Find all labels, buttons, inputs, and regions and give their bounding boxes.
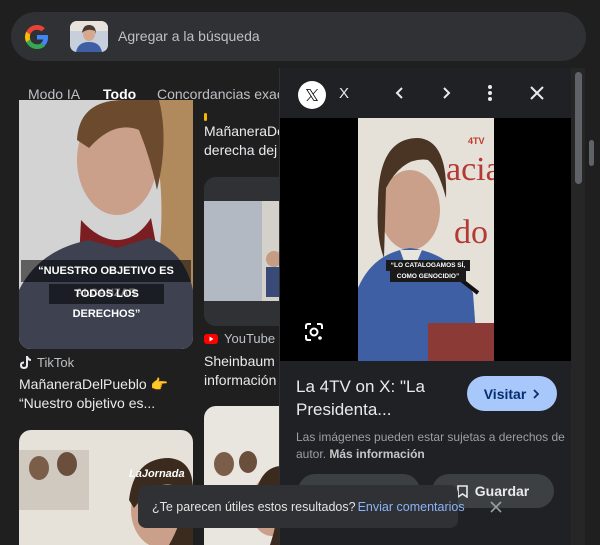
visit-button-label: Visitar	[483, 385, 527, 402]
x-site-icon[interactable]	[298, 81, 326, 109]
result-source-icon-2	[204, 113, 207, 121]
panel-title[interactable]: La 4TV on X: "La Presidenta...	[296, 375, 466, 421]
close-icon[interactable]	[526, 82, 548, 104]
google-logo-icon	[25, 25, 49, 49]
panel-image-caption-1: “LO CATALOGAMOS SÍ,	[386, 260, 470, 271]
result-source-3[interactable]: YouTube	[204, 331, 275, 346]
page-scrollbar-thumb[interactable]	[589, 140, 594, 166]
next-icon[interactable]	[435, 82, 457, 104]
visit-button[interactable]: Visitar	[467, 376, 557, 411]
panel-scrollbar-thumb[interactable]	[575, 72, 582, 184]
dismiss-toast-icon[interactable]	[488, 499, 504, 515]
send-feedback-link[interactable]: Enviar comentarios	[358, 500, 465, 514]
search-placeholder[interactable]: Agregar a la búsqueda	[118, 28, 260, 44]
panel-image-area[interactable]: acia do “LO CATALOGAMOS SÍ, COMO GENOCID…	[280, 118, 571, 361]
result-photo-3	[204, 177, 280, 326]
svg-text:acia: acia	[446, 151, 494, 188]
panel-image-badge: 4TV	[468, 136, 485, 146]
copyright-note: Las imágenes pueden estar sujetas a dere…	[296, 429, 566, 463]
result-source-label-3: YouTube	[224, 331, 276, 346]
youtube-icon	[204, 333, 218, 344]
panel-title-line-2: Presidenta...	[296, 400, 392, 419]
panel-site-name[interactable]: X	[339, 85, 349, 102]
result-title-1-line-2[interactable]: “Nuestro objetivo es...	[19, 393, 155, 413]
image-preview-panel: X acia do “LO CATALOG	[279, 68, 571, 545]
result-title-2-line-2[interactable]: derecha dej	[204, 140, 277, 160]
more-info-link[interactable]: Más información	[329, 447, 424, 461]
google-lens-icon[interactable]	[300, 318, 328, 346]
feedback-question: ¿Te parecen útiles estos resultados?	[152, 499, 356, 514]
result-caption-line-2: TODOS LOS DERECHOS”	[49, 284, 164, 320]
chevron-right-icon	[533, 388, 540, 399]
thumbnail-photo	[70, 21, 108, 52]
result-source-label-1: TikTok	[37, 355, 75, 370]
feedback-toast: ¿Te parecen útiles estos resultados? Env…	[138, 485, 465, 528]
search-image-thumbnail[interactable]	[70, 21, 108, 52]
save-button-label: Guardar	[474, 483, 530, 499]
result-image-3[interactable]	[204, 177, 280, 326]
result-title-3-line-2[interactable]: información	[204, 370, 276, 390]
tiktok-icon	[20, 356, 31, 369]
panel-photo: acia do “LO CATALOGAMOS SÍ, COMO GENOCID…	[358, 118, 494, 361]
panel-image-caption-2: COMO GENOCIDIO”	[390, 271, 466, 282]
bookmark-icon	[456, 484, 468, 498]
x-logo-icon	[306, 89, 318, 101]
more-options-icon[interactable]	[479, 82, 501, 104]
search-bar[interactable]: Agregar a la búsqueda	[11, 12, 586, 61]
result-source-1[interactable]: TikTok	[19, 355, 74, 370]
panel-title-line-1: La 4TV on X: "La	[296, 377, 425, 396]
svg-text:do: do	[454, 214, 488, 251]
result-title-3-line-1[interactable]: Sheinbaum p	[204, 351, 287, 371]
result-caption-line-1: “NUESTRO OBJETIVO ES ALCANZAR	[21, 260, 191, 299]
panel-header: X	[280, 68, 571, 118]
result-title-1-line-1[interactable]: MañaneraDelPueblo 👉	[19, 374, 168, 394]
previous-icon[interactable]	[389, 82, 411, 104]
result-title-2-line-1[interactable]: MañaneraDe	[204, 121, 285, 141]
result-image-1[interactable]: “NUESTRO OBJETIVO ES ALCANZAR TODOS LOS …	[19, 100, 193, 349]
result-watermark-4: LaJornada	[129, 468, 185, 480]
